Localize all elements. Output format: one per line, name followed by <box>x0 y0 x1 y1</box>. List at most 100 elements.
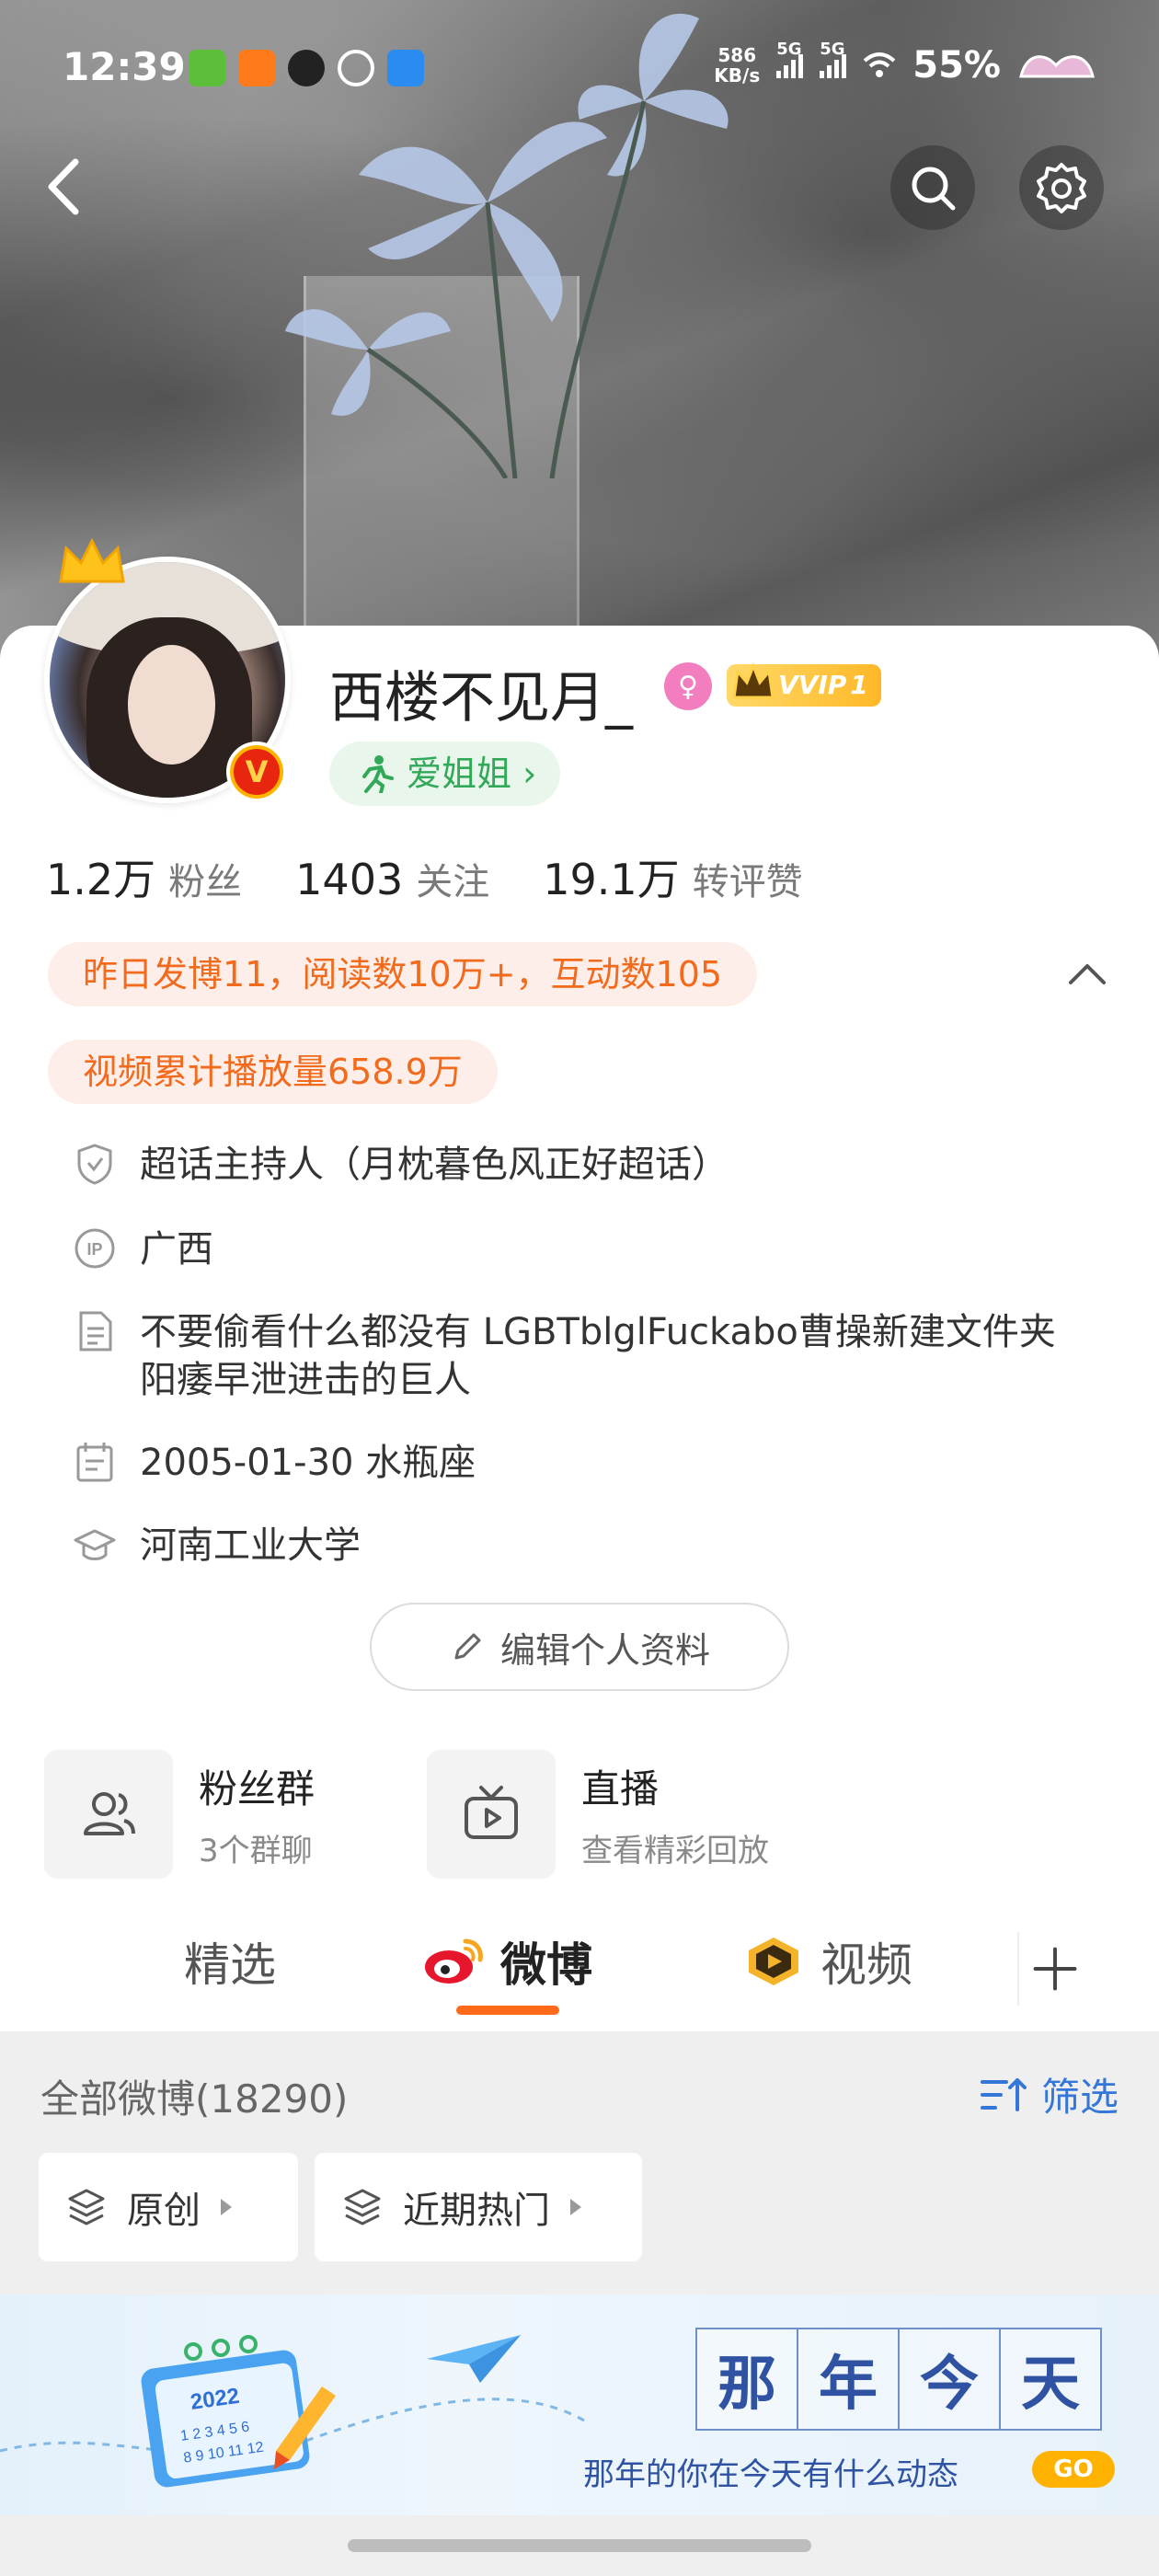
following-count[interactable]: 1403 <box>295 855 403 904</box>
on-this-day-title: 那 年 今 天 <box>695 2328 1102 2431</box>
info-super-topic[interactable]: 超话主持人（月枕暮色风正好超话） <box>72 1141 1069 1189</box>
crown-icon <box>59 537 125 583</box>
birthday-text: 2005-01-30 水瓶座 <box>140 1442 476 1484</box>
original-chip-label: 原创 <box>127 2190 201 2232</box>
profile-tabs: 精选 微博 视频 <box>0 1895 1159 2033</box>
ip-text: 广西 <box>140 1228 213 1271</box>
title-char: 那 <box>695 2328 798 2431</box>
signal-icon-2: 5G <box>820 40 847 78</box>
following-label[interactable]: 关注 <box>416 852 489 905</box>
home-indicator[interactable] <box>348 2539 811 2552</box>
net-speed-value: 586 <box>717 44 757 66</box>
on-this-day-subtitle: 那年的你在今天有什么动态 <box>583 2456 958 2493</box>
wifi-icon <box>863 52 896 77</box>
sim2-label: 5G <box>820 40 845 59</box>
document-icon <box>79 1311 112 1351</box>
yesterday-stats-pill[interactable]: 昨日发博11，阅读数10万+，互动数105 <box>48 942 758 1006</box>
all-posts-count: 全部微博(18290) <box>40 2076 349 2122</box>
notification-app-icon <box>288 50 325 86</box>
profile-tag-pill[interactable]: 爱姐姐 › <box>329 742 561 806</box>
info-school: 河南工业大学 <box>72 1522 1069 1570</box>
net-speed-unit: KB/s <box>714 64 761 86</box>
calendar-illustration: 2022 1 2 3 4 5 6 8 9 10 11 12 <box>141 2335 336 2488</box>
network-app-icon <box>338 50 374 86</box>
calendar-icon <box>76 1443 113 1482</box>
users-icon <box>84 1792 135 1835</box>
nickname: 西楼不见月_ <box>329 666 633 730</box>
info-birthday: 2005-01-30 水瓶座 <box>72 1439 1069 1487</box>
verified-badge-icon: V <box>226 742 287 802</box>
caret-right-icon <box>221 2199 232 2215</box>
filter-sort-icon <box>980 2077 1027 2111</box>
followers-label[interactable]: 粉丝 <box>168 852 242 905</box>
title-char: 年 <box>797 2328 900 2431</box>
search-icon <box>912 167 956 211</box>
active-tab-indicator <box>456 2006 559 2015</box>
running-person-icon <box>362 755 394 793</box>
status-right-group: 586 KB/s 5G 5G 55% <box>714 40 1096 86</box>
live-shortcut[interactable]: 直播 查看精彩回放 <box>427 1750 769 1879</box>
status-app-icons <box>189 50 424 86</box>
back-arrow-icon[interactable] <box>39 155 94 219</box>
filter-button[interactable]: 筛选 <box>980 2066 1119 2122</box>
live-subtitle: 查看精彩回放 <box>581 1833 769 1869</box>
gear-icon <box>1037 163 1086 213</box>
info-bio: 不要偷看什么都没有 LGBTblglFuckabo曹操新建文件夹 阳痿早泄进击的… <box>72 1308 1069 1404</box>
settings-button[interactable] <box>1019 145 1104 230</box>
weibo-logo-icon <box>425 1938 483 1984</box>
verified-mark: V <box>234 749 280 795</box>
fan-group-title: 粉丝群 <box>199 1766 316 1811</box>
fan-group-subtitle: 3个群聊 <box>199 1833 313 1869</box>
video-plays-pill[interactable]: 视频累计播放量658.9万 <box>48 1040 498 1104</box>
followers-count[interactable]: 1.2万 <box>46 846 155 907</box>
layers-icon <box>68 2189 105 2225</box>
title-char: 今 <box>898 2328 1001 2431</box>
female-gender-icon: ♀ <box>664 662 712 710</box>
paper-plane-icon <box>427 2335 521 2383</box>
vip-level: 1 <box>850 670 868 700</box>
search-button[interactable] <box>890 145 975 230</box>
live-icon-box <box>427 1750 556 1879</box>
on-this-day-banner[interactable]: 2022 1 2 3 4 5 6 8 9 10 11 12 那 年 今 天 那年… <box>0 2294 1159 2515</box>
bio-text: 不要偷看什么都没有 LGBTblglFuckabo曹操新建文件夹 阳痿早泄进击的… <box>140 1311 1056 1401</box>
caret-right-icon <box>570 2199 581 2215</box>
tab-weibo[interactable]: 微博 <box>421 1928 592 1995</box>
filter-label: 筛选 <box>1040 2075 1119 2120</box>
graduation-cap-icon <box>74 1529 116 1560</box>
tab-video[interactable]: 视频 <box>741 1928 912 1995</box>
taobao-icon <box>238 50 275 86</box>
layers-icon <box>344 2189 381 2225</box>
original-posts-chip[interactable]: 原创 <box>39 2153 298 2261</box>
notification-app-icon <box>189 50 225 86</box>
vip-crown-icon <box>732 661 775 699</box>
recent-hot-chip-label: 近期热门 <box>403 2190 550 2232</box>
svg-text:IP: IP <box>86 1240 102 1259</box>
fan-group-shortcut[interactable]: 粉丝群 3个群聊 <box>44 1750 315 1879</box>
edit-profile-label: 编辑个人资料 <box>499 1629 710 1671</box>
tab-video-label: 视频 <box>820 1938 912 1992</box>
profile-tag-label: 爱姐姐 › <box>407 753 537 794</box>
live-title: 直播 <box>581 1766 660 1811</box>
battery-percent: 55% <box>912 44 1001 86</box>
chevron-up-icon[interactable] <box>1067 960 1107 988</box>
edit-profile-button[interactable]: 编辑个人资料 <box>370 1603 789 1691</box>
net-speed: 586 KB/s <box>714 45 760 86</box>
tab-weibo-label: 微博 <box>500 1938 592 1992</box>
go-button[interactable]: GO <box>1032 2451 1115 2488</box>
status-bar: 12:39 586 KB/s 5G 5G 55% <box>0 37 1159 101</box>
tv-play-icon <box>465 1786 518 1839</box>
recent-hot-chip[interactable]: 近期热门 <box>315 2153 642 2261</box>
sim1-label: 5G <box>776 40 802 59</box>
profile-stats: 1.2万 粉丝 1403 关注 19.1万 转评赞 <box>46 846 856 907</box>
status-time: 12:39 <box>63 44 186 89</box>
fan-group-icon-box <box>44 1750 173 1879</box>
likes-count[interactable]: 19.1万 <box>543 846 679 907</box>
vvip-badge[interactable]: VVIP 1 <box>727 661 881 707</box>
title-char: 天 <box>999 2328 1102 2431</box>
plus-icon[interactable] <box>1017 1932 1091 2006</box>
pencil-icon <box>454 1633 481 1660</box>
tab-featured[interactable]: 精选 <box>184 1928 276 1995</box>
likes-label[interactable]: 转评赞 <box>693 852 803 905</box>
super-topic-text: 超话主持人（月枕暮色风正好超话） <box>140 1144 729 1186</box>
message-app-icon <box>387 50 424 86</box>
